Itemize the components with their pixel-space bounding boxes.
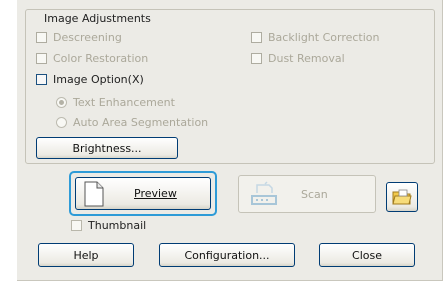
group-title: Image Adjustments [42,12,153,25]
descreening-label: Descreening [53,31,122,44]
color-restoration-label: Color Restoration [53,52,149,65]
auto-area-segmentation-radio-dot[interactable] [56,117,67,128]
dust-removal-box[interactable] [251,53,262,64]
image-option-label: Image Option(X) [53,73,144,86]
preview-button[interactable]: Preview [75,177,211,210]
folder-icon [392,188,412,206]
dust-removal-label: Dust Removal [268,52,345,65]
close-button[interactable]: Close [319,243,415,267]
help-button-label: Help [73,248,99,262]
text-enhancement-radio[interactable]: Text Enhancement [56,96,175,109]
preview-focus-ring: Preview [69,171,217,216]
auto-area-segmentation-label: Auto Area Segmentation [73,116,209,129]
backlight-correction-box[interactable] [251,32,262,43]
image-adjustments-group: Image Adjustments Descreening Backlight … [25,9,435,164]
text-enhancement-label: Text Enhancement [73,96,175,109]
backlight-correction-checkbox[interactable]: Backlight Correction [251,31,380,44]
dust-removal-checkbox[interactable]: Dust Removal [251,52,345,65]
color-restoration-box[interactable] [36,53,47,64]
document-page-icon [84,181,104,207]
brightness-button-label: Brightness... [72,141,142,155]
scan-settings-window: Image Adjustments Descreening Backlight … [17,0,443,281]
brightness-button[interactable]: Brightness... [36,137,178,159]
configuration-button-label: Configuration... [184,248,270,262]
preview-button-label: Preview [134,187,177,200]
scanner-icon [249,180,279,208]
text-enhancement-radio-dot[interactable] [56,97,67,108]
close-button-label: Close [352,248,382,262]
auto-area-segmentation-radio[interactable]: Auto Area Segmentation [56,116,208,129]
thumbnail-label: Thumbnail [88,219,147,232]
help-button[interactable]: Help [38,243,134,267]
scan-button-label: Scan [301,187,328,201]
thumbnail-checkbox[interactable]: Thumbnail [71,219,146,232]
image-option-checkbox[interactable]: Image Option(X) [36,73,144,86]
descreening-checkbox[interactable]: Descreening [36,31,122,44]
backlight-correction-label: Backlight Correction [268,31,380,44]
thumbnail-box[interactable] [71,220,82,231]
configuration-button[interactable]: Configuration... [159,243,295,267]
image-option-box[interactable] [36,74,47,85]
color-restoration-checkbox[interactable]: Color Restoration [36,52,148,65]
descreening-box[interactable] [36,32,47,43]
scan-button[interactable]: Scan [238,175,376,213]
folder-button[interactable] [386,182,418,212]
